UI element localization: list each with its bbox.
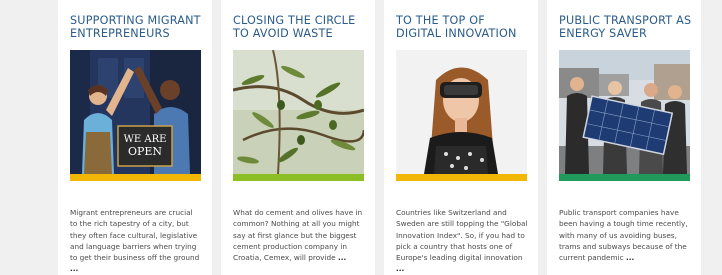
excerpt-text: Countries like Switzerland and Sweden ar… (396, 208, 528, 263)
article-card-digital-innovation[interactable]: TO THE TOP OF DIGITAL INNOVATION Countri… (384, 0, 538, 275)
card-excerpt: What do cement and olives have in common… (233, 207, 365, 263)
card-excerpt: Countries like Switzerland and Sweden ar… (396, 207, 528, 275)
solar-panel-group-photo[interactable] (559, 50, 690, 174)
card-title[interactable]: TO THE TOP OF DIGITAL INNOVATION (396, 14, 532, 40)
card-title[interactable]: PUBLIC TRANSPORT AS ENERGY SAVER (559, 14, 695, 40)
svg-text:OPEN: OPEN (128, 145, 162, 158)
article-card-closing-circle[interactable]: CLOSING THE CIRCLE TO AVOID WASTE What d… (221, 0, 375, 275)
card-title[interactable]: SUPPORTING MIGRANT ENTREPRENEURS (70, 14, 206, 40)
accent-bar (233, 174, 364, 181)
accent-bar (396, 174, 527, 181)
read-more-link[interactable]: ... (70, 264, 78, 273)
photo-illustration (233, 50, 364, 174)
card-title[interactable]: CLOSING THE CIRCLE TO AVOID WASTE (233, 14, 369, 40)
svg-text:WE ARE: WE ARE (124, 134, 167, 145)
read-more-link[interactable]: ... (396, 264, 404, 273)
photo-illustration (559, 50, 690, 174)
photo-illustration: WE ARE OPEN (70, 50, 201, 174)
migrant-entrepreneurs-photo[interactable]: WE ARE OPEN (70, 50, 201, 174)
article-card-migrant-entrepreneurs[interactable]: SUPPORTING MIGRANT ENTREPRENEURS WE ARE … (58, 0, 212, 275)
read-more-link[interactable]: ... (338, 253, 346, 262)
accent-bar (70, 174, 201, 181)
vr-headset-photo[interactable] (396, 50, 527, 174)
photo-illustration (396, 50, 527, 174)
excerpt-text: Migrant entrepreneurs are crucial to the… (70, 208, 200, 263)
olive-branch-photo[interactable] (233, 50, 364, 174)
card-excerpt: Public transport companies have been hav… (559, 207, 691, 263)
accent-bar (559, 174, 690, 181)
read-more-link[interactable]: ... (626, 253, 634, 262)
excerpt-text: Public transport companies have been hav… (559, 208, 688, 263)
article-card-public-transport[interactable]: PUBLIC TRANSPORT AS ENERGY SAVER Public … (547, 0, 701, 275)
card-excerpt: Migrant entrepreneurs are crucial to the… (70, 207, 202, 275)
